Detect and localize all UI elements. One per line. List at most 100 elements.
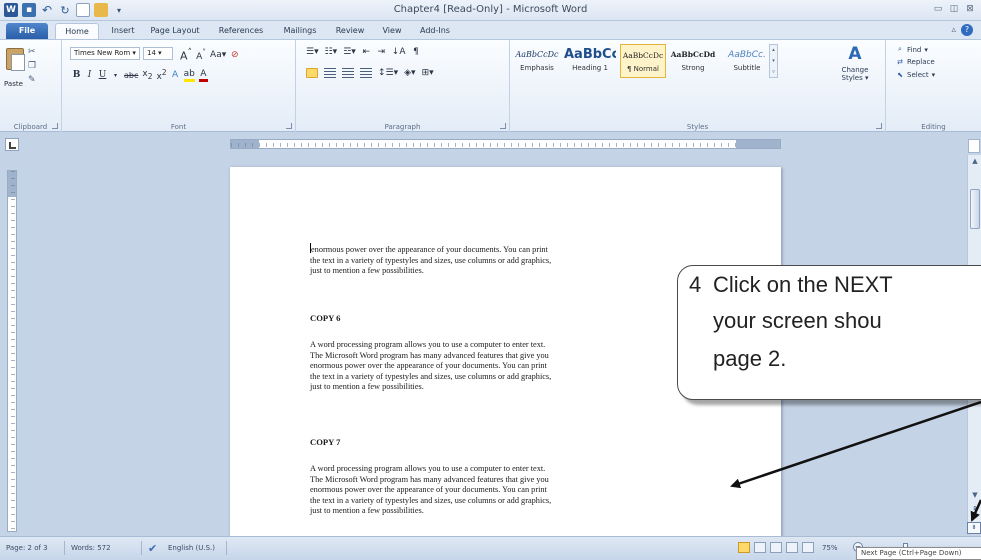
paste-button-label[interactable]: Paste — [4, 80, 23, 88]
scroll-down-icon[interactable]: ▼ — [970, 491, 980, 499]
horizontal-ruler[interactable] — [230, 139, 781, 149]
print-layout-icon[interactable] — [738, 542, 750, 553]
style-normal[interactable]: AaBbCcDc ¶ Normal — [620, 44, 666, 78]
change-styles-icon: A — [848, 44, 862, 64]
style-subtitle[interactable]: AaBbCc. Subtitle — [720, 44, 774, 78]
tab-file[interactable]: File — [6, 23, 48, 39]
numbering-icon[interactable]: ☷▾ — [325, 47, 338, 57]
align-center-icon[interactable] — [324, 68, 336, 78]
minimize-icon[interactable]: ▭ — [931, 3, 945, 16]
tab-selector-icon[interactable] — [5, 138, 19, 151]
find-icon: ⌕ — [898, 45, 902, 53]
find-button[interactable]: ⌕ Find ▾ — [896, 45, 928, 54]
justify-icon[interactable] — [360, 68, 372, 78]
align-left-icon[interactable] — [306, 68, 318, 78]
zoom-level[interactable]: 75% — [822, 544, 838, 552]
outline-icon[interactable] — [786, 542, 798, 553]
document-paragraph: enormous power over the appearance of yo… — [310, 243, 670, 277]
style-name: Strong — [681, 64, 705, 72]
clipboard-launcher-icon[interactable] — [52, 123, 58, 129]
change-styles-button[interactable]: A Change Styles ▾ — [837, 42, 873, 82]
paragraph-launcher-icon[interactable] — [500, 123, 506, 129]
style-name: Heading 1 — [572, 64, 608, 72]
clipboard-group: Paste ✂ ❐ ✎ Clipboard — [0, 40, 62, 132]
clear-formatting-icon[interactable]: ⊘ — [230, 50, 239, 60]
scroll-up-icon[interactable]: ▲ — [970, 157, 980, 165]
bullets-icon[interactable]: ☰▾ — [306, 47, 319, 57]
text-effects-icon[interactable]: A — [171, 70, 180, 80]
strikethrough-icon[interactable]: abc — [124, 71, 138, 80]
styles-group-label: Styles — [686, 123, 709, 131]
line-spacing-icon[interactable]: ↕☰▾ — [378, 68, 398, 78]
restore-icon[interactable]: ◫ — [947, 3, 961, 16]
select-button[interactable]: ⬉ Select ▾ — [896, 71, 935, 79]
align-right-icon[interactable] — [342, 68, 354, 78]
font-color-icon[interactable]: A — [198, 69, 208, 82]
style-strong[interactable]: AaBbCcDd Strong — [670, 44, 716, 78]
editing-group-label: Editing — [921, 123, 946, 131]
show-marks-icon[interactable]: ¶ — [411, 47, 420, 57]
draft-icon[interactable] — [802, 542, 814, 553]
italic-icon[interactable]: I — [85, 70, 94, 80]
scroll-thumb[interactable] — [970, 189, 980, 229]
tab-page-layout[interactable]: Page Layout — [145, 23, 205, 39]
replace-button[interactable]: ⇄ Replace — [896, 58, 935, 66]
copy-icon[interactable]: ❐ — [28, 62, 38, 71]
view-ruler-icon[interactable] — [968, 139, 980, 153]
bold-icon[interactable]: B — [72, 70, 81, 80]
paste-icon[interactable] — [6, 48, 25, 71]
shading-icon[interactable]: ◈▾ — [404, 68, 415, 78]
close-icon[interactable]: ⊠ — [963, 3, 977, 16]
font-size-box[interactable]: 14 ▾ — [143, 47, 173, 60]
grow-font-icon[interactable]: A˄ — [180, 47, 192, 63]
document-paragraph: A word processing program allows you to … — [310, 464, 552, 515]
subscript-icon[interactable]: x2 — [142, 69, 152, 81]
style-name: Emphasis — [520, 64, 554, 72]
help-icon[interactable]: ? — [961, 24, 973, 36]
font-row-2: B I U ▾ abc x2 x2 A ab A — [72, 68, 208, 82]
change-case-icon[interactable]: Aa▾ — [210, 50, 226, 60]
style-sample: AaBbCc — [564, 47, 616, 62]
increase-indent-icon[interactable]: ⇥ — [377, 47, 386, 57]
tab-home[interactable]: Home — [55, 23, 99, 39]
tab-review[interactable]: Review — [329, 23, 371, 39]
multilevel-list-icon[interactable]: ☲▾ — [343, 47, 356, 57]
word-count[interactable]: Words: 572 — [71, 544, 111, 552]
sort-icon[interactable]: ↓A — [392, 47, 406, 57]
underline-dropdown-icon[interactable]: ▾ — [111, 72, 120, 79]
ruler-ticks — [231, 143, 780, 147]
font-name-box[interactable]: Times New Rom ▾ — [70, 47, 140, 60]
tab-mailings[interactable]: Mailings — [276, 23, 324, 39]
decrease-indent-icon[interactable]: ⇤ — [362, 47, 371, 57]
previous-page-icon[interactable]: ⇞ — [970, 505, 980, 513]
highlight-icon[interactable]: ab — [183, 69, 195, 82]
language-indicator[interactable]: English (U.S.) — [168, 544, 215, 552]
vertical-ruler[interactable] — [7, 170, 17, 532]
underline-icon[interactable]: U — [98, 70, 107, 80]
window-controls: ▭ ◫ ⊠ — [931, 3, 977, 16]
superscript-icon[interactable]: x2 — [157, 68, 167, 82]
minimize-ribbon-icon[interactable]: ▵ — [951, 25, 956, 35]
tab-add-ins[interactable]: Add-Ins — [413, 23, 457, 39]
format-painter-icon[interactable]: ✎ — [28, 76, 38, 85]
status-bar: Page: 2 of 3 Words: 572 ✔ English (U.S.)… — [0, 536, 981, 560]
proofing-icon[interactable]: ✔ — [148, 542, 157, 555]
style-heading-1[interactable]: AaBbCc Heading 1 — [564, 44, 616, 78]
tab-insert[interactable]: Insert — [105, 23, 141, 39]
font-group-label: Font — [170, 123, 187, 131]
cut-icon[interactable]: ✂ — [28, 48, 38, 57]
styles-scroll-icon[interactable]: ▴ ▾ ▿ — [769, 44, 778, 78]
borders-icon[interactable]: ⊞▾ — [422, 68, 434, 78]
full-screen-reading-icon[interactable] — [754, 542, 766, 553]
styles-launcher-icon[interactable] — [876, 123, 882, 129]
tab-references[interactable]: References — [212, 23, 270, 39]
page-count[interactable]: Page: 2 of 3 — [6, 544, 48, 552]
font-launcher-icon[interactable] — [286, 123, 292, 129]
shrink-font-icon[interactable]: A˅ — [196, 48, 206, 62]
tab-view[interactable]: View — [376, 23, 408, 39]
style-name: Subtitle — [733, 64, 761, 72]
next-page-button[interactable]: ⇟ — [967, 522, 981, 534]
paragraph-row-1: ☰▾ ☷▾ ☲▾ ⇤ ⇥ ↓A ¶ — [306, 47, 420, 57]
style-emphasis[interactable]: AaBbCcDc Emphasis — [514, 44, 560, 78]
web-layout-icon[interactable] — [770, 542, 782, 553]
